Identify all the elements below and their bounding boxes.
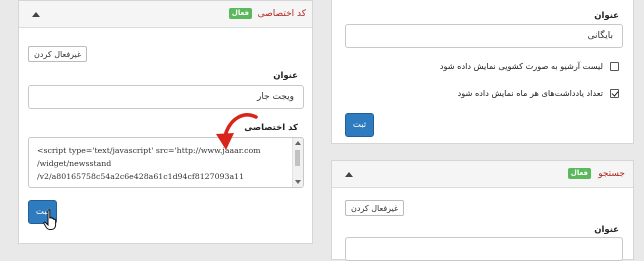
option-posts-count-checkbox[interactable]	[610, 89, 619, 98]
search-title-input[interactable]	[345, 237, 623, 261]
widget-panel-custom-code: کد اختصاصی فعال غیرفعال کردن عنوان ویجت …	[18, 0, 313, 244]
widget-panel-search: جستجو فعال غیرفعال کردن عنوان	[331, 160, 634, 261]
hand-cursor-icon	[43, 209, 57, 230]
annotation-arrow-icon	[216, 113, 258, 150]
scroll-thumb[interactable]	[295, 150, 300, 166]
widget-panel-archive: عنوان بایگانی لیست آرشیو به صورت کشویی ن…	[331, 0, 634, 144]
search-panel-title: جستجو	[598, 169, 625, 179]
archive-submit-button[interactable]: ثبت	[345, 113, 374, 137]
search-disable-button[interactable]: غیرفعال کردن	[345, 200, 405, 216]
search-panel-header[interactable]: جستجو فعال	[332, 161, 633, 188]
code-line-3: /v2/a80165758c54a2c6e428a61c1d94cf812709…	[37, 172, 245, 181]
search-collapse-caret-icon[interactable]	[345, 172, 353, 177]
archive-title-label: عنوان	[594, 11, 619, 21]
archive-title-input[interactable]: بایگانی	[345, 24, 623, 48]
panel-title: کد اختصاصی	[257, 9, 306, 19]
scroll-up-icon[interactable]	[295, 141, 301, 145]
scroll-down-icon[interactable]	[295, 180, 301, 184]
search-status-badge: فعال	[567, 168, 591, 179]
title-input[interactable]: ویجت جار	[28, 85, 304, 109]
textarea-scrollbar[interactable]	[292, 138, 303, 187]
code-line-2: /widget/newsstand	[37, 159, 112, 168]
panel-header[interactable]: کد اختصاصی فعال	[19, 1, 312, 28]
disable-button[interactable]: غیرفعال کردن	[28, 46, 88, 62]
title-label: عنوان	[273, 71, 298, 81]
option-dropdown-archive-checkbox[interactable]	[610, 62, 619, 71]
search-title-label: عنوان	[594, 225, 619, 235]
custom-code-textarea[interactable]: <script type='text/javascript' src='http…	[28, 137, 304, 188]
option-posts-count-label: تعداد یادداشت‌های هر ماه نمایش داده شود	[457, 88, 603, 98]
option-dropdown-archive-label: لیست آرشیو به صورت کشویی نمایش داده شود	[439, 61, 603, 71]
status-badge: فعال	[228, 8, 252, 19]
collapse-caret-icon[interactable]	[32, 12, 40, 17]
